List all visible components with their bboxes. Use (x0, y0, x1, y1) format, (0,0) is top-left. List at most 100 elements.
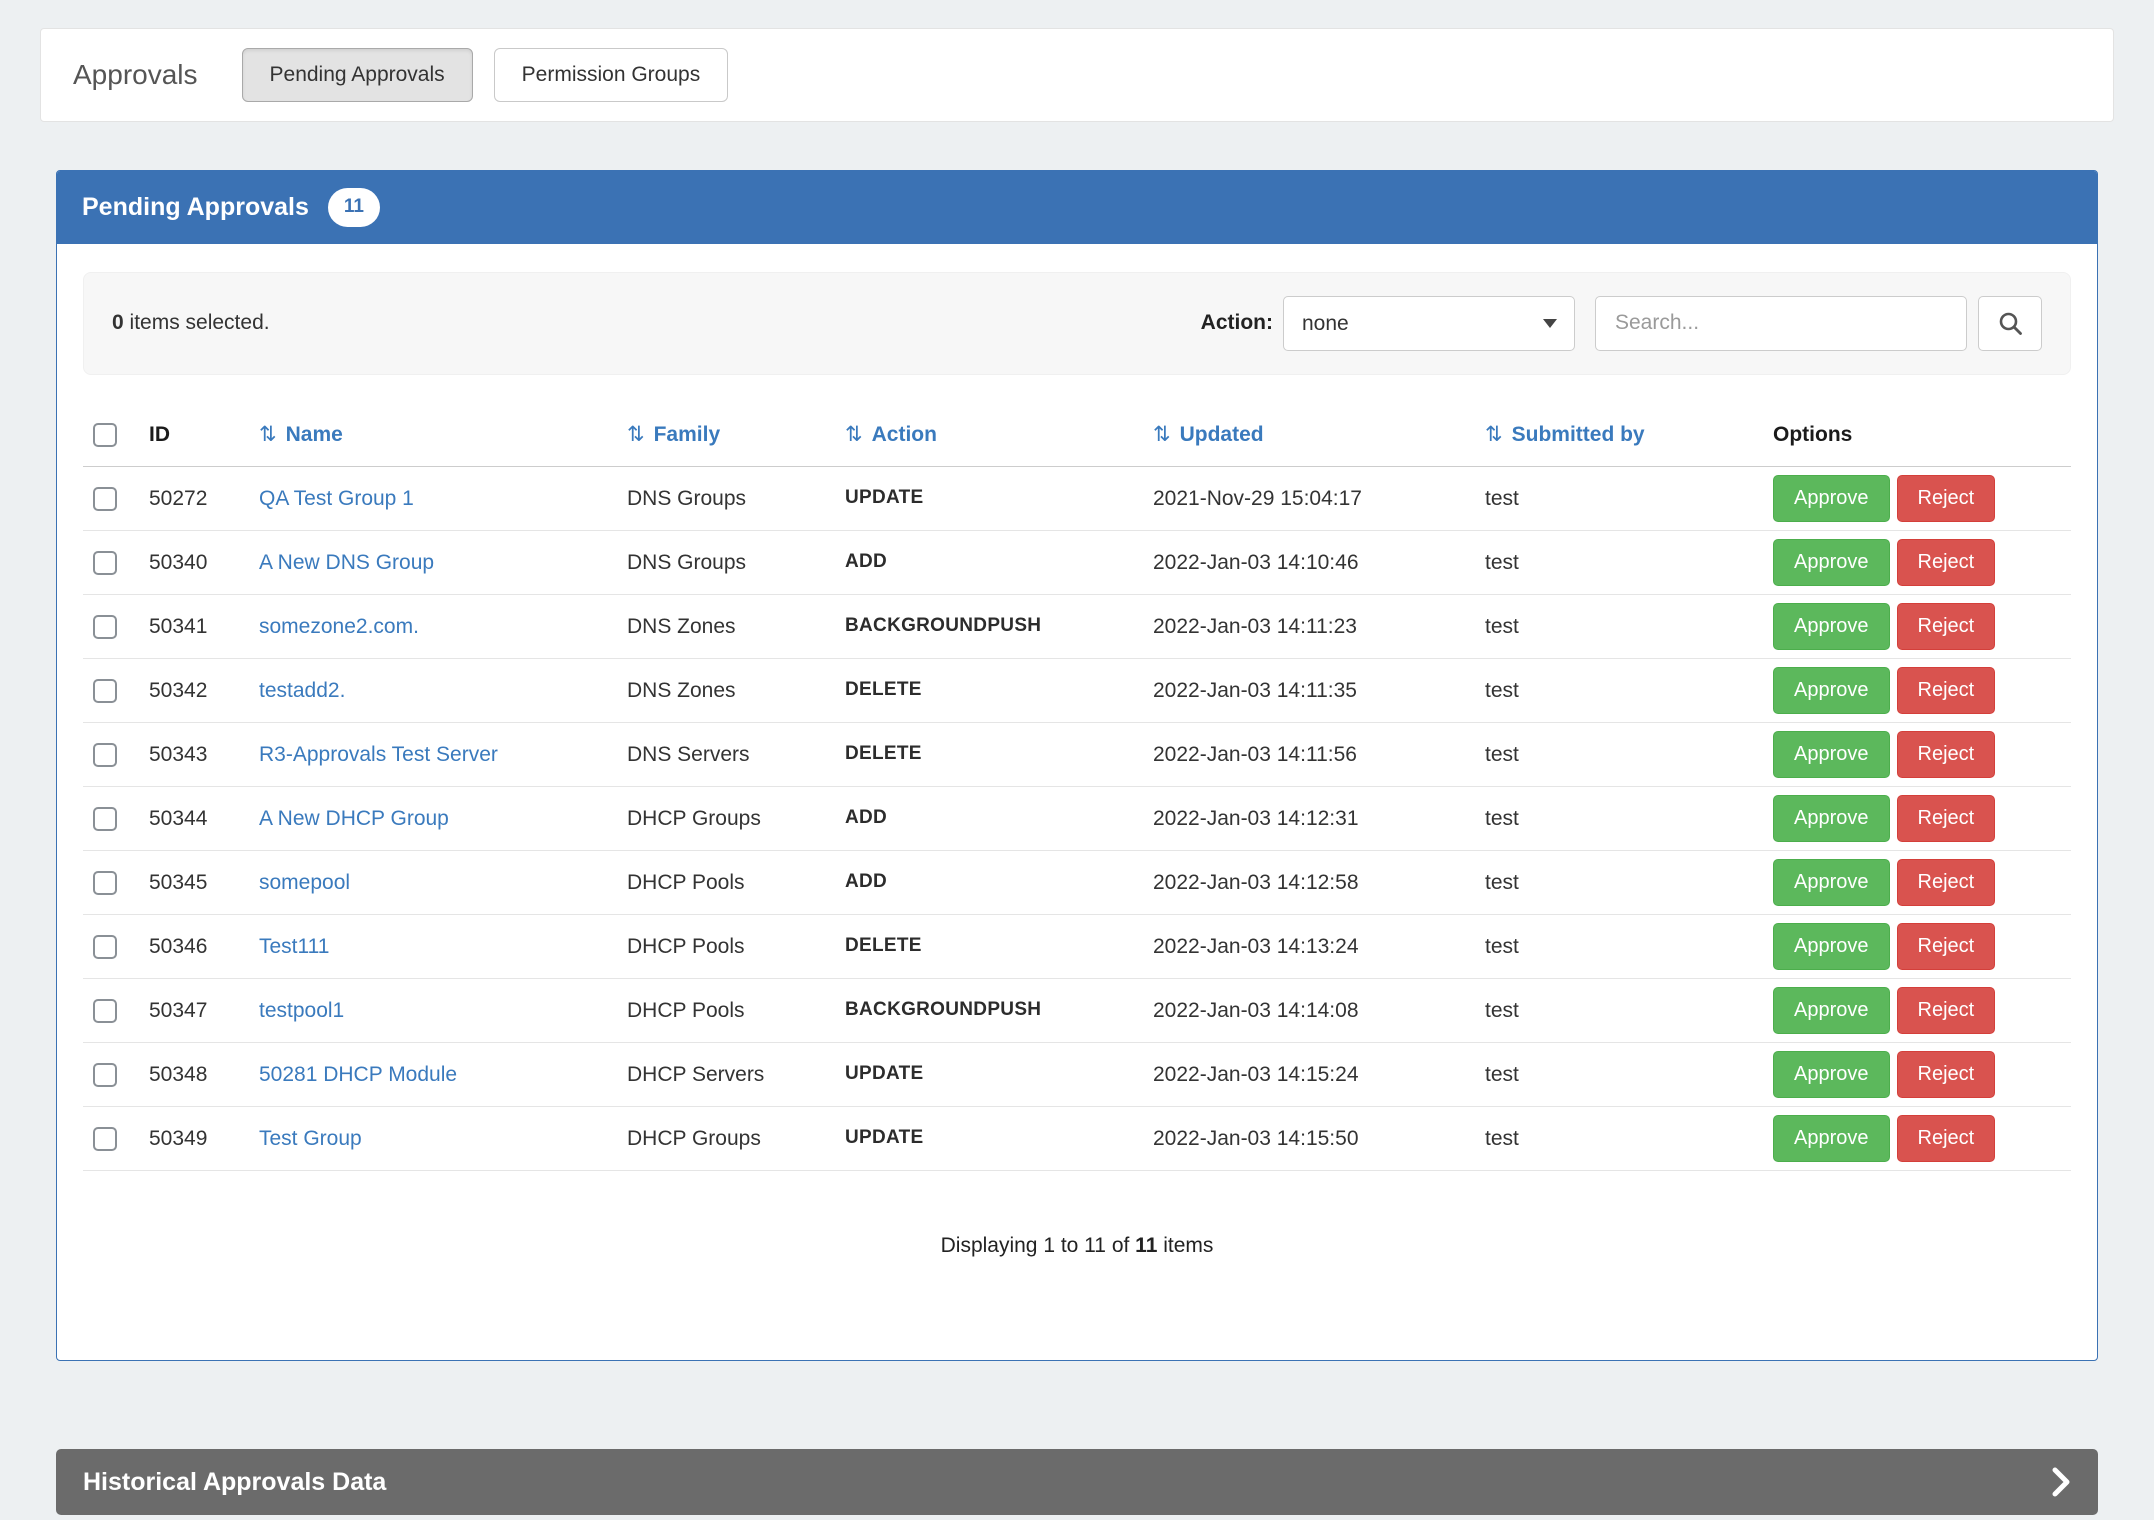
reject-button[interactable]: Reject (1897, 987, 1996, 1034)
row-family: DNS Zones (617, 594, 835, 658)
historical-approvals-title: Historical Approvals Data (83, 1465, 386, 1500)
approve-button[interactable]: Approve (1773, 603, 1890, 650)
row-checkbox[interactable] (93, 807, 117, 831)
search-icon (1997, 310, 2024, 337)
sort-icon: ⇅ (259, 423, 277, 446)
row-action: UPDATE (835, 1106, 1143, 1170)
row-updated: 2022-Jan-03 14:10:46 (1143, 530, 1475, 594)
historical-approvals-bar[interactable]: Historical Approvals Data (56, 1449, 2098, 1515)
row-id: 50348 (139, 1042, 249, 1106)
row-name-link[interactable]: 50281 DHCP Module (259, 1063, 457, 1086)
row-updated: 2022-Jan-03 14:13:24 (1143, 914, 1475, 978)
row-family: DHCP Servers (617, 1042, 835, 1106)
column-header-updated[interactable]: ⇅Updated (1143, 407, 1475, 467)
column-header-action[interactable]: ⇅Action (835, 407, 1143, 467)
row-action: DELETE (835, 722, 1143, 786)
row-submitted-by: test (1475, 978, 1763, 1042)
row-submitted-by: test (1475, 530, 1763, 594)
approve-button[interactable]: Approve (1773, 795, 1890, 842)
table-row: 50345somepoolDHCP PoolsADD2022-Jan-03 14… (83, 850, 2071, 914)
reject-button[interactable]: Reject (1897, 859, 1996, 906)
row-family: DNS Groups (617, 466, 835, 530)
column-header-name[interactable]: ⇅Name (249, 407, 617, 467)
approve-button[interactable]: Approve (1773, 667, 1890, 714)
row-checkbox[interactable] (93, 935, 117, 959)
approve-button[interactable]: Approve (1773, 731, 1890, 778)
row-updated: 2022-Jan-03 14:11:35 (1143, 658, 1475, 722)
row-checkbox[interactable] (93, 487, 117, 511)
table-row: 50346Test111DHCP PoolsDELETE2022-Jan-03 … (83, 914, 2071, 978)
table-header-row: ID ⇅Name ⇅Family ⇅Action ⇅Updated ⇅Submi… (83, 407, 2071, 467)
tab-permission-groups[interactable]: Permission Groups (494, 48, 729, 102)
row-name-link[interactable]: somepool (259, 871, 350, 894)
row-action: ADD (835, 530, 1143, 594)
approve-button[interactable]: Approve (1773, 923, 1890, 970)
row-checkbox[interactable] (93, 615, 117, 639)
row-checkbox[interactable] (93, 1127, 117, 1151)
approve-button[interactable]: Approve (1773, 987, 1890, 1034)
row-name-link[interactable]: R3-Approvals Test Server (259, 743, 498, 766)
row-name-link[interactable]: Test Group (259, 1127, 362, 1150)
reject-button[interactable]: Reject (1897, 1051, 1996, 1098)
pending-approvals-panel: Pending Approvals 11 0 items selected. A… (56, 170, 2098, 1361)
table-row: 50349Test GroupDHCP GroupsUPDATE2022-Jan… (83, 1106, 2071, 1170)
row-id: 50342 (139, 658, 249, 722)
approve-button[interactable]: Approve (1773, 1051, 1890, 1098)
approve-button[interactable]: Approve (1773, 1115, 1890, 1162)
page-title: Approvals (73, 55, 198, 94)
column-header-family[interactable]: ⇅Family (617, 407, 835, 467)
reject-button[interactable]: Reject (1897, 667, 1996, 714)
reject-button[interactable]: Reject (1897, 539, 1996, 586)
row-name-link[interactable]: A New DHCP Group (259, 807, 449, 830)
approve-button[interactable]: Approve (1773, 859, 1890, 906)
table-row: 50342testadd2.DNS ZonesDELETE2022-Jan-03… (83, 658, 2071, 722)
selected-count: 0 (112, 311, 124, 334)
row-family: DHCP Pools (617, 850, 835, 914)
row-id: 50345 (139, 850, 249, 914)
row-submitted-by: test (1475, 1106, 1763, 1170)
search-button[interactable] (1978, 296, 2042, 351)
sort-icon: ⇅ (627, 423, 645, 446)
row-submitted-by: test (1475, 1042, 1763, 1106)
action-select[interactable]: none (1283, 296, 1575, 351)
column-header-submitted-by[interactable]: ⇅Submitted by (1475, 407, 1763, 467)
reject-button[interactable]: Reject (1897, 923, 1996, 970)
row-updated: 2022-Jan-03 14:15:50 (1143, 1106, 1475, 1170)
row-id: 50340 (139, 530, 249, 594)
row-name-link[interactable]: QA Test Group 1 (259, 487, 414, 510)
row-id: 50347 (139, 978, 249, 1042)
row-name-link[interactable]: A New DNS Group (259, 551, 434, 574)
approve-button[interactable]: Approve (1773, 475, 1890, 522)
table-row: 50344A New DHCP GroupDHCP GroupsADD2022-… (83, 786, 2071, 850)
toolbar-controls: Action: none (1201, 296, 2042, 351)
row-submitted-by: test (1475, 850, 1763, 914)
panel-title: Pending Approvals (82, 190, 309, 225)
row-name-link[interactable]: testpool1 (259, 999, 344, 1022)
row-checkbox[interactable] (93, 679, 117, 703)
search-input[interactable] (1595, 296, 1967, 351)
reject-button[interactable]: Reject (1897, 731, 1996, 778)
row-name-link[interactable]: somezone2.com. (259, 615, 419, 638)
table-row: 50341somezone2.com.DNS ZonesBACKGROUNDPU… (83, 594, 2071, 658)
tab-pending-approvals[interactable]: Pending Approvals (242, 48, 473, 102)
action-select-wrap: none (1283, 296, 1575, 351)
row-checkbox[interactable] (93, 551, 117, 575)
row-checkbox[interactable] (93, 999, 117, 1023)
row-name-link[interactable]: testadd2. (259, 679, 345, 702)
approve-button[interactable]: Approve (1773, 539, 1890, 586)
row-id: 50341 (139, 594, 249, 658)
reject-button[interactable]: Reject (1897, 603, 1996, 650)
top-bar: Approvals Pending Approvals Permission G… (40, 28, 2114, 122)
row-action: ADD (835, 786, 1143, 850)
row-updated: 2022-Jan-03 14:12:31 (1143, 786, 1475, 850)
row-id: 50346 (139, 914, 249, 978)
reject-button[interactable]: Reject (1897, 475, 1996, 522)
row-checkbox[interactable] (93, 871, 117, 895)
row-checkbox[interactable] (93, 743, 117, 767)
row-submitted-by: test (1475, 914, 1763, 978)
row-name-link[interactable]: Test111 (259, 935, 329, 958)
row-checkbox[interactable] (93, 1063, 117, 1087)
reject-button[interactable]: Reject (1897, 795, 1996, 842)
select-all-checkbox[interactable] (93, 423, 117, 447)
reject-button[interactable]: Reject (1897, 1115, 1996, 1162)
